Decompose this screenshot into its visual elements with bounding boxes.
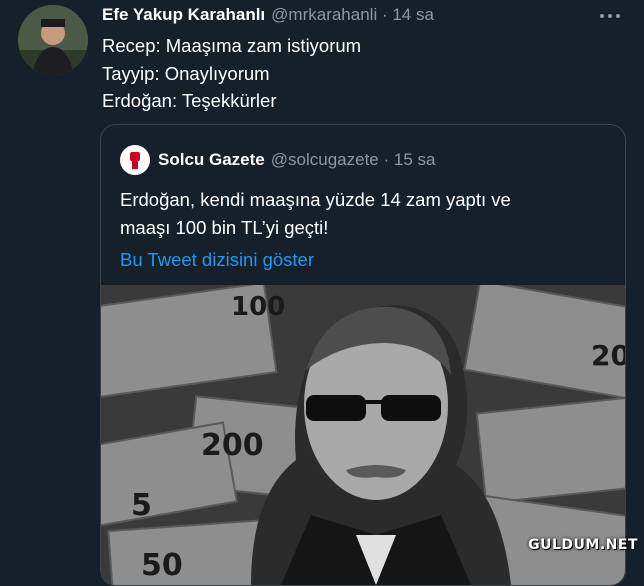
- quoted-author-name[interactable]: Solcu Gazete: [158, 150, 265, 170]
- banknote-label: 5: [131, 488, 152, 523]
- tweet-line: Recep: Maaşıma zam istiyorum: [102, 35, 362, 56]
- quoted-tweet-header: Solcu Gazete @solcugazete · 15 sa: [120, 145, 435, 175]
- banknote-label: 50: [141, 548, 183, 583]
- watermark: GULDUM.NET: [528, 537, 638, 553]
- tweet-header: Efe Yakup Karahanlı @mrkarahanli · 14 sa: [102, 5, 434, 25]
- tweet-line: Tayyip: Onaylıyorum: [102, 62, 270, 84]
- quoted-tweet-card[interactable]: Solcu Gazete @solcugazete · 15 sa Erdoğa…: [100, 124, 626, 586]
- banknote-label: 100: [231, 292, 285, 322]
- banknote-label: 20: [591, 339, 625, 372]
- author-handle-time[interactable]: @mrkarahanli · 14 sa: [271, 5, 434, 25]
- quoted-tweet-text: Erdoğan, kendi maaşına yüzde 14 zam yapt…: [120, 186, 610, 242]
- tweet-text: Recep: Maaşıma zam istiyorum Tayyip: Ona…: [102, 32, 361, 115]
- quoted-avatar-fist-icon[interactable]: [120, 145, 150, 175]
- avatar[interactable]: [18, 5, 88, 75]
- tweet-line: Erdoğan: Teşekkürler: [102, 90, 277, 111]
- profile-photo: [18, 5, 88, 75]
- show-thread-link[interactable]: Bu Tweet dizisini göster: [120, 249, 314, 271]
- more-horizontal-icon[interactable]: [598, 8, 622, 24]
- quoted-author-handle-time[interactable]: @solcugazete · 15 sa: [271, 150, 436, 170]
- quoted-line: Erdoğan, kendi maaşına yüzde 14 zam yapt…: [120, 189, 511, 210]
- quoted-line: maaşı 100 bin TL’yi geçti!: [120, 217, 329, 238]
- author-name[interactable]: Efe Yakup Karahanlı: [102, 5, 265, 25]
- banknote-label: 200: [201, 428, 264, 463]
